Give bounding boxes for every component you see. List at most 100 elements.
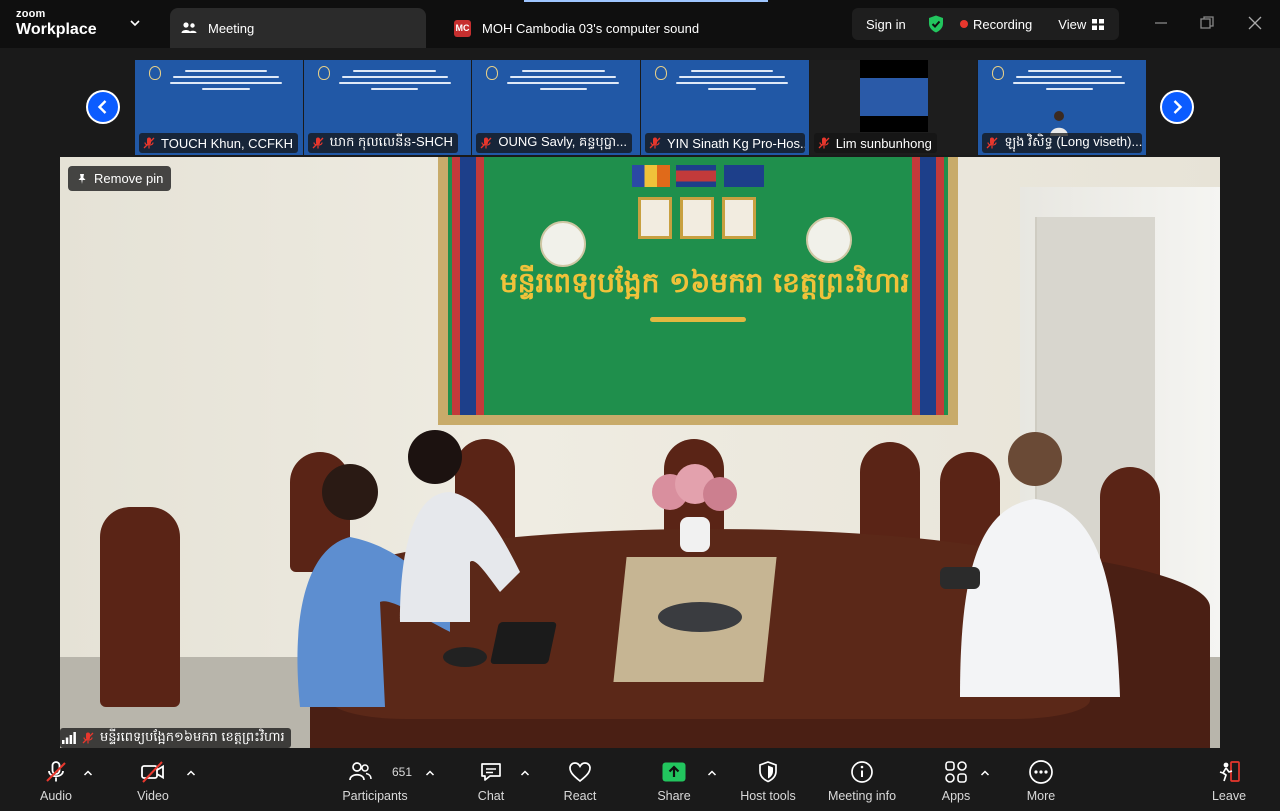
chat-label: Chat xyxy=(477,789,505,803)
hospital-emblem xyxy=(806,217,852,263)
mic-muted-icon xyxy=(143,137,155,149)
meeting-toolbar: Audio Video Participants 651 Chat React … xyxy=(0,753,1280,811)
mic-muted-icon xyxy=(312,137,324,149)
participant-name: TOUCH Khun, CCFKH xyxy=(161,135,293,151)
video-off-icon xyxy=(141,761,164,783)
participant-tile[interactable]: Lim sunbunhong xyxy=(809,60,978,155)
participants-label: Participants xyxy=(342,789,408,803)
info-icon xyxy=(851,761,873,783)
portrait-left xyxy=(638,197,672,239)
slide-text-lines xyxy=(336,66,454,94)
mic-muted-icon xyxy=(818,137,830,149)
chevron-up-icon[interactable] xyxy=(519,767,531,779)
heart-icon xyxy=(569,762,591,783)
apps-icon xyxy=(945,761,967,783)
flag-center xyxy=(676,165,716,187)
pin-icon xyxy=(78,173,86,184)
participant-name-label: Lim sunbunhong xyxy=(813,133,937,153)
remove-pin-label: Remove pin xyxy=(94,171,164,186)
participant-tile[interactable]: ឃាក កុលលេនីន-SHCH xyxy=(303,60,472,155)
audio-label: Audio xyxy=(40,789,72,803)
sign-in-button[interactable]: Sign in xyxy=(852,17,920,32)
host-tools-button[interactable]: Host tools xyxy=(737,759,799,803)
share-label: Share xyxy=(657,789,691,803)
chevron-up-icon[interactable] xyxy=(82,767,94,779)
remove-pin-button[interactable]: Remove pin xyxy=(68,166,172,191)
brand-top: zoom xyxy=(16,8,46,20)
keyboard-and-mouse xyxy=(443,622,557,667)
tab-meeting[interactable]: Meeting xyxy=(170,8,426,48)
mic-muted-icon xyxy=(82,732,94,744)
apps-button[interactable]: Apps xyxy=(940,759,972,803)
video-button[interactable]: Video xyxy=(136,759,170,803)
participant-name-label: ឡុង វិសិទ្ធ (Long viseth)... xyxy=(982,133,1143,153)
participant-name-label: ឃាក កុលលេនីន-SHCH xyxy=(307,133,458,153)
mic-muted-icon xyxy=(649,137,661,149)
participant-tile[interactable]: TOUCH Khun, CCFKH xyxy=(135,60,303,155)
view-button[interactable]: View xyxy=(1058,17,1086,32)
chat-icon xyxy=(481,763,501,781)
participants-icon xyxy=(349,762,372,781)
more-icon xyxy=(1029,760,1053,784)
participant-tile[interactable]: OUNG Savly, គន្ធបុប្ផា... xyxy=(472,60,641,155)
mini-slide-preview xyxy=(859,60,928,132)
mc-badge: MC xyxy=(454,19,471,37)
conference-speakerphone xyxy=(658,602,742,632)
app-brand[interactable]: zoom Workplace xyxy=(16,9,97,38)
slide-text-lines xyxy=(1010,66,1128,94)
participant-tile[interactable]: ឡុង វិសិទ្ធ (Long viseth)... xyxy=(978,60,1147,155)
restore-icon[interactable] xyxy=(1198,14,1216,32)
host-tools-label: Host tools xyxy=(740,789,796,803)
chat-button[interactable]: Chat xyxy=(476,759,506,803)
mic-muted-icon xyxy=(986,137,998,149)
slide-emblem-icon xyxy=(317,66,330,80)
title-bar: zoom Workplace Meeting MC MOH Cambodia 0… xyxy=(0,0,1280,48)
participant-name: Lim sunbunhong xyxy=(835,135,932,151)
thumbnail-strip: TOUCH Khun, CCFKH ឃាក កុលលេនីន-SHCH OUNG… xyxy=(135,60,1147,155)
leave-button[interactable]: Leave xyxy=(1212,759,1246,803)
participant-tile[interactable]: YIN Sinath Kg Pro-Hos... xyxy=(641,60,809,155)
portrait-center xyxy=(680,197,714,239)
mic-muted-icon xyxy=(480,137,492,149)
participant-name-label: TOUCH Khun, CCFKH xyxy=(139,133,298,153)
participant-name: ឃាក កុលលេនីន-SHCH xyxy=(329,133,453,149)
banner-ornament xyxy=(650,317,746,322)
participant-name-label: OUNG Savly, គន្ធបុប្ផា... xyxy=(476,133,632,153)
tab-computer-sound[interactable]: MC MOH Cambodia 03's computer sound xyxy=(446,8,746,48)
audio-button[interactable]: Audio xyxy=(36,759,76,803)
chevron-up-icon[interactable] xyxy=(706,767,718,779)
close-icon[interactable] xyxy=(1246,14,1264,32)
top-progress-line xyxy=(524,0,768,2)
participant-name-label: YIN Sinath Kg Pro-Hos... xyxy=(645,133,806,153)
meeting-info-button[interactable]: Meeting info xyxy=(824,759,900,803)
titlebar-controls: Sign in Recording View xyxy=(852,8,1119,40)
participant-name: OUNG Savly, គន្ធបុប្ផា... xyxy=(498,133,627,149)
chevron-up-icon[interactable] xyxy=(979,767,991,779)
apps-label: Apps xyxy=(941,789,971,803)
slide-emblem-icon xyxy=(486,66,499,80)
thumbnails-prev-button[interactable] xyxy=(86,90,120,124)
pinned-video[interactable]: មន្ទីរពេទ្យបង្អែក ១៦មករា ខេត្តព្រះវិហារ xyxy=(60,157,1220,748)
banner-title: មន្ទីរពេទ្យបង្អែក ១៦មករា ខេត្តព្រះវិហារ xyxy=(500,266,910,299)
slide-text-lines xyxy=(673,66,791,94)
more-button[interactable]: More xyxy=(1024,759,1058,803)
grid-view-icon[interactable] xyxy=(1092,18,1105,30)
minimize-icon[interactable] xyxy=(1152,14,1170,32)
shield-icon xyxy=(759,761,777,783)
react-button[interactable]: React xyxy=(562,759,598,803)
flag-left xyxy=(632,165,670,187)
chevron-up-icon[interactable] xyxy=(424,767,436,779)
chevron-left-icon xyxy=(88,92,118,122)
chair xyxy=(100,507,180,707)
video-label: Video xyxy=(137,789,169,803)
signal-strength-icon xyxy=(62,732,76,744)
share-button[interactable]: Share xyxy=(654,759,694,803)
chevron-up-icon[interactable] xyxy=(185,767,197,779)
react-label: React xyxy=(563,789,597,803)
chevron-down-icon[interactable] xyxy=(128,16,142,30)
participant-woman-white xyxy=(400,430,520,622)
thumbnails-next-button[interactable] xyxy=(1160,90,1194,124)
encryption-shield-icon[interactable] xyxy=(926,14,946,34)
banner-left-strip xyxy=(452,157,484,415)
recording-label[interactable]: Recording xyxy=(973,17,1032,32)
